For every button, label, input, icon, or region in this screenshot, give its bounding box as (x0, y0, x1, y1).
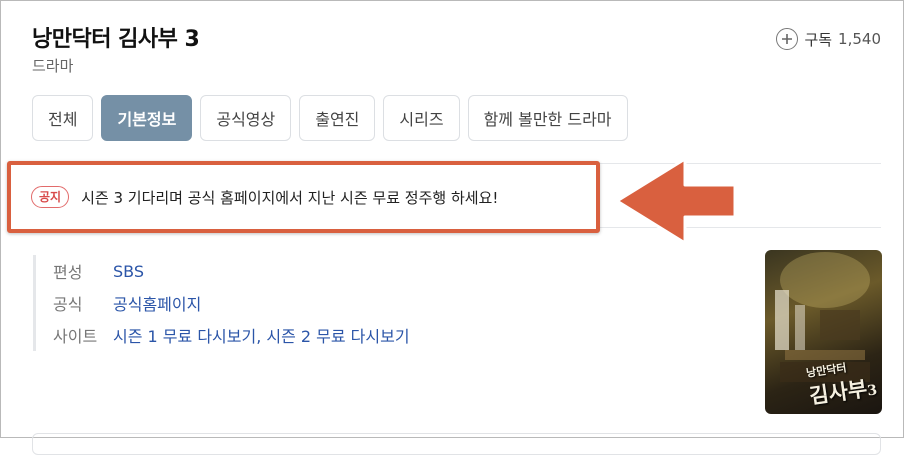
genre-label: 드라마 (32, 57, 74, 75)
tab-bar: 전체 기본정보 공식영상 출연진 시리즈 함께 볼만한 드라마 (32, 95, 628, 141)
info-label: 공식 (53, 295, 83, 314)
tab-all[interactable]: 전체 (32, 95, 94, 141)
official-homepage-link[interactable]: 공식홈페이지 (113, 291, 201, 315)
page-title[interactable]: 낭만닥터 김사부 3 (32, 21, 200, 53)
info-row-site: 사이트 시즌 1 무료 다시보기, 시즌 2 무료 다시보기 (53, 319, 410, 351)
subscribe-label: 구독 (804, 30, 833, 49)
plus-icon (776, 28, 799, 50)
subscribe-button[interactable]: 구독 1,540 (776, 28, 881, 50)
notice-badge: 공지 (31, 186, 70, 208)
poster-title: 낭만닥터 김사부3 (805, 361, 879, 409)
free-replay-links[interactable]: 시즌 1 무료 다시보기, 시즌 2 무료 다시보기 (113, 323, 410, 347)
tab-basic-info[interactable]: 기본정보 (101, 95, 193, 141)
notice-banner[interactable]: 공지 시즌 3 기다리며 공식 홈페이지에서 지난 시즌 무료 정주행 하세요! (7, 161, 600, 233)
tab-cast[interactable]: 출연진 (299, 95, 376, 141)
broadcaster-link[interactable]: SBS (113, 262, 144, 281)
notice-text[interactable]: 시즌 3 기다리며 공식 홈페이지에서 지난 시즌 무료 정주행 하세요! (81, 187, 498, 208)
tab-official-video[interactable]: 공식영상 (200, 95, 292, 141)
poster-image[interactable]: 낭만닥터 김사부3 (765, 250, 882, 414)
next-section-box (32, 433, 881, 455)
search-result-card: 낭만닥터 김사부 3 드라마 구독 1,540 전체 기본정보 공식영상 출연진… (0, 0, 904, 455)
info-label: 사이트 (53, 327, 98, 346)
tab-series[interactable]: 시리즈 (383, 95, 460, 141)
info-row-broadcaster: 편성 SBS (53, 255, 410, 287)
highlight-arrow-icon (615, 157, 737, 245)
info-label: 편성 (53, 263, 83, 282)
tab-related-dramas[interactable]: 함께 볼만한 드라마 (467, 95, 628, 141)
info-list: 편성 SBS 공식 공식홈페이지 사이트 시즌 1 무료 다시보기, 시즌 2 … (33, 255, 410, 351)
subscribe-count: 1,540 (838, 30, 881, 48)
info-row-official: 공식 공식홈페이지 (53, 287, 410, 319)
